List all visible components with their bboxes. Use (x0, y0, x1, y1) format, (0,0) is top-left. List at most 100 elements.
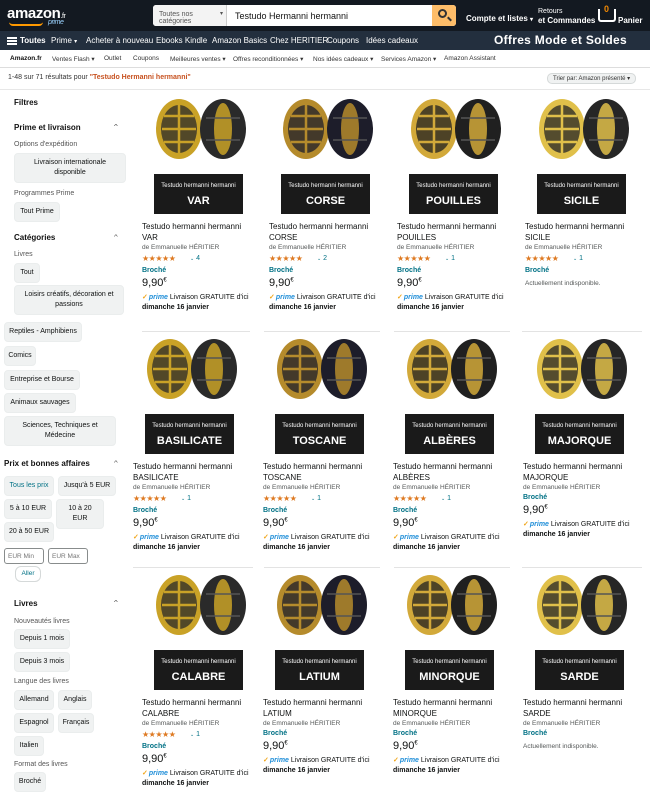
sort-select[interactable]: Trier par: Amazon présenté ▾ (547, 73, 636, 84)
filter-science[interactable]: Sciences, Techniques et Médecine (4, 416, 116, 446)
product-subtitle[interactable]: LATIUM (263, 709, 292, 718)
filter-up-to-5[interactable]: Jusqu'à 5 EUR (58, 476, 116, 496)
rating-count[interactable]: ⌄ 2 (317, 255, 327, 262)
product-format[interactable]: Broché (393, 730, 417, 737)
subnav-amazon-fr[interactable]: Amazon.fr (10, 55, 42, 62)
product-title[interactable]: Testudo hermanni hermanni (263, 698, 362, 707)
returns-orders-link[interactable]: Retours et Commandes (538, 7, 595, 26)
product-card[interactable]: Testudo hermanni hermanni POUILLES Testudo… (397, 92, 521, 322)
filter-paperback[interactable]: Broché (14, 772, 46, 792)
product-format[interactable]: Broché (263, 507, 287, 514)
filter-english[interactable]: Anglais (58, 690, 92, 710)
filter-10-20[interactable]: 10 à 20 EUR (56, 499, 104, 529)
chevron-up-icon[interactable]: ^ (114, 459, 118, 465)
product-format[interactable]: Broché (393, 507, 417, 514)
filter-20-50[interactable]: 20 à 50 EUR (4, 522, 54, 542)
filter-international-shipping[interactable]: Livraison internationale disponible (14, 153, 126, 183)
product-image[interactable] (537, 96, 631, 162)
nav-prime[interactable]: Prime ▾ (51, 36, 77, 45)
product-subtitle[interactable]: CALABRE (142, 709, 179, 718)
subnav-ventes-flash[interactable]: Ventes Flash ▾ (52, 55, 95, 63)
rating-stars[interactable]: ★★★★★ (397, 254, 431, 263)
product-card[interactable]: Testudo hermanni hermanni CALABRE Testudo … (142, 568, 266, 798)
subnav-services[interactable]: Services Amazon ▾ (381, 55, 436, 63)
nav-chez-heritier[interactable]: Chez HERITIER (270, 36, 328, 45)
product-subtitle[interactable]: SICILE (525, 233, 550, 242)
filter-business[interactable]: Entreprise et Bourse (4, 370, 80, 390)
account-lists-menu[interactable]: Compte et listes ▾ (466, 14, 533, 23)
product-subtitle[interactable]: POUILLES (397, 233, 436, 242)
price-min-input[interactable] (4, 548, 44, 564)
product-card[interactable]: Testudo hermanni hermanni SICILE Testudo h… (525, 92, 649, 322)
rating-stars[interactable]: ★★★★★ (142, 730, 176, 739)
nav-gift-ideas[interactable]: Idées cadeaux (366, 36, 418, 45)
rating-count[interactable]: ⌄ 4 (190, 255, 200, 262)
product-image[interactable] (535, 572, 629, 638)
nav-ebooks-kindle[interactable]: Ebooks Kindle (156, 36, 207, 45)
product-image[interactable] (275, 572, 369, 638)
product-card[interactable]: Testudo hermanni hermanni MINORQUE Testudo… (393, 568, 517, 798)
product-title[interactable]: Testudo hermanni hermanni (263, 462, 362, 471)
product-subtitle[interactable]: MAJORQUE (523, 473, 568, 482)
product-image[interactable] (409, 96, 503, 162)
nav-buy-again[interactable]: Acheter à nouveau (86, 36, 153, 45)
product-card[interactable]: Testudo hermanni hermanni SARDE Testudo he… (523, 568, 647, 798)
filter-all-prime[interactable]: Tout Prime (14, 202, 60, 222)
product-card[interactable]: Testudo hermanni hermanni ALBÈRES Testudo … (393, 332, 517, 562)
product-subtitle[interactable]: MINORQUE (393, 709, 437, 718)
product-subtitle[interactable]: CORSE (269, 233, 297, 242)
filter-last-3-months[interactable]: Depuis 3 mois (14, 652, 70, 672)
nav-amazon-basics[interactable]: Amazon Basics (212, 36, 267, 45)
rating-count[interactable]: ⌄ 1 (190, 731, 200, 738)
amazon-logo[interactable]: amazon.fr prime (7, 5, 66, 26)
product-image[interactable] (405, 572, 499, 638)
product-title[interactable]: Testudo hermanni hermanni (393, 462, 492, 471)
product-card[interactable]: Testudo hermanni hermanni VAR Testudo herm… (142, 92, 266, 322)
search-department-select[interactable]: Toutes nos catégories ▾ (153, 5, 227, 26)
product-image[interactable] (145, 336, 239, 402)
product-format[interactable]: Broché (263, 730, 287, 737)
rating-count[interactable]: ⌄ 1 (445, 255, 455, 262)
cart-button[interactable]: 0 Panier (598, 4, 646, 27)
chevron-up-icon[interactable]: ^ (114, 123, 118, 129)
product-card[interactable]: Testudo hermanni hermanni BASILICATE Testu… (133, 332, 257, 562)
promo-banner[interactable]: Offres Mode et Soldes (494, 33, 627, 47)
rating-stars[interactable]: ★★★★★ (269, 254, 303, 263)
rating-stars[interactable]: ★★★★★ (525, 254, 559, 263)
search-button[interactable] (432, 5, 456, 26)
rating-stars[interactable]: ★★★★★ (393, 494, 427, 503)
product-subtitle[interactable]: BASILICATE (133, 473, 179, 482)
search-input[interactable] (233, 5, 433, 26)
product-subtitle[interactable]: SARDE (523, 709, 551, 718)
product-card[interactable]: Testudo hermanni hermanni MAJORQUE Testudo… (523, 332, 647, 562)
product-format[interactable]: Broché (142, 743, 166, 750)
hamburger-menu-icon[interactable] (7, 37, 17, 45)
product-image[interactable] (154, 96, 248, 162)
filter-last-month[interactable]: Depuis 1 mois (14, 629, 70, 649)
product-subtitle[interactable]: VAR (142, 233, 158, 242)
filter-all-books[interactable]: Tout (14, 263, 40, 283)
rating-stars[interactable]: ★★★★★ (142, 254, 176, 263)
filter-reptiles[interactable]: Reptiles - Amphibiens (4, 322, 82, 342)
rating-count[interactable]: ⌄ 1 (441, 495, 451, 502)
subnav-outlet[interactable]: Outlet (104, 55, 121, 62)
rating-count[interactable]: ⌄ 1 (311, 495, 321, 502)
product-title[interactable]: Testudo hermanni hermanni (397, 222, 496, 231)
filter-wild-animals[interactable]: Animaux sauvages (4, 393, 76, 413)
product-format[interactable]: Broché (523, 730, 547, 737)
product-format[interactable]: Broché (397, 267, 421, 274)
product-format[interactable]: Broché (523, 494, 547, 501)
product-image[interactable] (535, 336, 629, 402)
product-format[interactable]: Broché (525, 267, 549, 274)
product-card[interactable]: Testudo hermanni hermanni TOSCANE Testudo … (263, 332, 387, 562)
rating-stars[interactable]: ★★★★★ (133, 494, 167, 503)
rating-stars[interactable]: ★★★★★ (263, 494, 297, 503)
product-image[interactable] (281, 96, 375, 162)
product-format[interactable]: Broché (133, 507, 157, 514)
filter-german[interactable]: Allemand (14, 690, 54, 710)
product-subtitle[interactable]: ALBÈRES (393, 473, 430, 482)
product-format[interactable]: Broché (269, 267, 293, 274)
price-go-button[interactable]: Aller (15, 566, 41, 582)
filter-all-prices[interactable]: Tous les prix (4, 476, 54, 496)
filter-french[interactable]: Français (58, 713, 94, 733)
